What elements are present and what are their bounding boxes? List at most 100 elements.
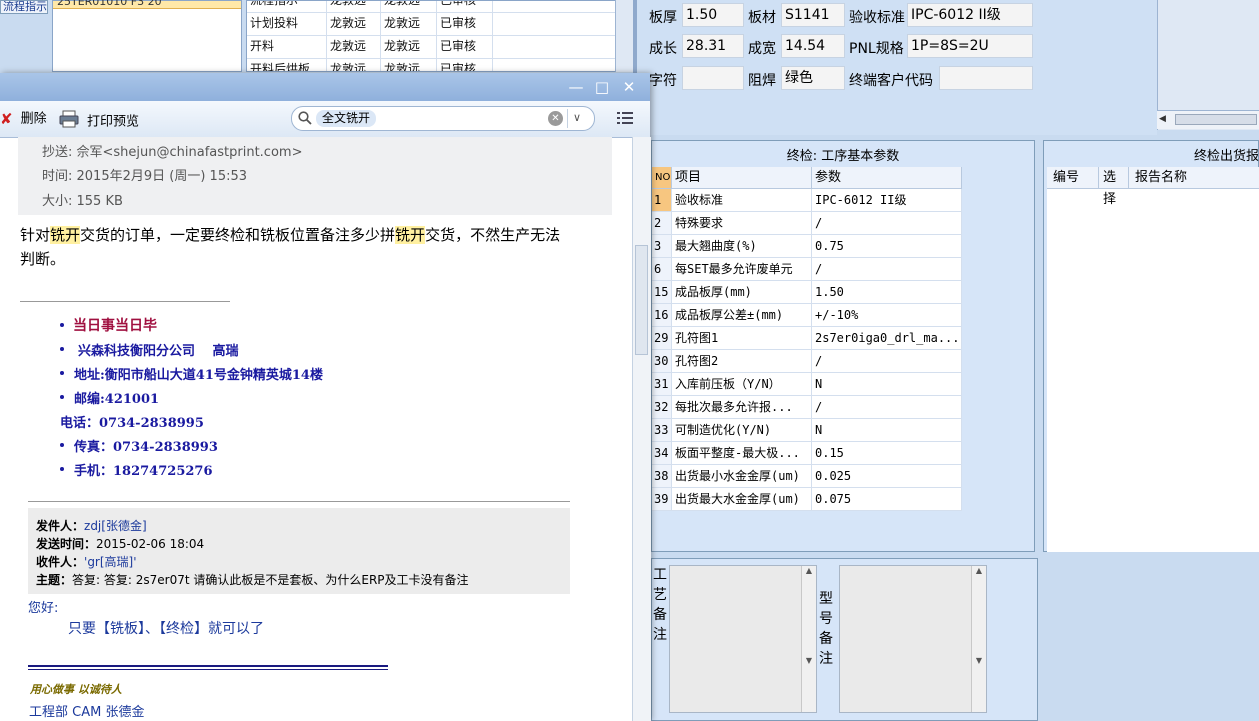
- window-titlebar[interactable]: — □ ✕: [0, 73, 650, 101]
- col-header-param[interactable]: 参数: [812, 167, 962, 189]
- table-row[interactable]: 1 验收标准 IPC-6012 II级: [652, 189, 962, 212]
- param-item: 出货最大水金金厚(um): [672, 488, 812, 510]
- search-highlight: 铣开: [50, 226, 81, 244]
- param-value: IPC-6012 II级: [812, 189, 962, 211]
- to-value[interactable]: 'gr[高瑞]': [84, 555, 137, 569]
- process-status: 已审核: [437, 1, 493, 12]
- table-row[interactable]: 计划投料 龙敦远 龙敦远 已审核: [247, 12, 615, 36]
- minimize-icon[interactable]: —: [566, 78, 586, 96]
- table-row[interactable]: 3 最大翘曲度(%) 0.75: [652, 235, 962, 258]
- row-number: 2: [652, 212, 672, 234]
- board-thickness-field[interactable]: 1.50: [682, 3, 744, 27]
- report-grid[interactable]: 编号 选择 报告名称: [1047, 167, 1259, 552]
- menu-icon[interactable]: [617, 111, 633, 125]
- scroll-thumb[interactable]: [1175, 114, 1257, 125]
- param-value: 0.025: [812, 465, 962, 487]
- pnl-field[interactable]: 1P=8S=2U: [907, 34, 1033, 58]
- horizontal-scrollbar[interactable]: ◀: [1157, 110, 1259, 129]
- table-row[interactable]: 30 孔符图2/: [652, 350, 962, 373]
- signature-fax: 传真：0734-2838993: [74, 440, 218, 455]
- maximize-icon[interactable]: □: [592, 78, 612, 96]
- process-status: 已审核: [437, 35, 493, 58]
- footer-motto: 用心做事 以诚待人: [30, 683, 122, 696]
- note-scrollbar[interactable]: ▲ ▼: [801, 566, 816, 712]
- order-grid[interactable]: 25TER01010 F3 20: [52, 0, 242, 72]
- table-row[interactable]: 32 每批次最多允许报... /: [652, 396, 962, 419]
- signature-mobile: 手机：18274725276: [74, 464, 213, 479]
- process-grid-scrollbar[interactable]: [615, 0, 634, 72]
- col-header-item[interactable]: 项目: [672, 167, 812, 189]
- process-reviewer: 龙敦远: [381, 1, 437, 12]
- char-field[interactable]: [682, 66, 744, 90]
- scroll-thumb[interactable]: [635, 245, 648, 355]
- quote-divider: [28, 501, 570, 502]
- length-field[interactable]: 28.31: [682, 34, 744, 58]
- col-header-report-name[interactable]: 报告名称: [1129, 167, 1259, 189]
- solder-mask-field[interactable]: 绿色: [781, 66, 845, 90]
- signature-phone: 电话：0734-2838995: [60, 416, 204, 431]
- table-row[interactable]: 开料 龙敦远 龙敦远 已审核: [247, 35, 615, 59]
- customer-code-label: 终端客户代码: [849, 73, 933, 89]
- table-row[interactable]: 15 成品板厚(mm) 1.50: [652, 281, 962, 304]
- table-row[interactable]: 38 出货最小水金金厚(um) 0.025: [652, 465, 962, 488]
- param-item: 可制造优化(Y/N): [672, 419, 812, 441]
- row-number: 38: [652, 465, 672, 487]
- clear-search-icon[interactable]: ✕: [548, 111, 563, 126]
- col-header-no[interactable]: NO: [652, 167, 672, 189]
- process-name: 开料: [247, 35, 327, 58]
- row-number: 31: [652, 373, 672, 395]
- col-header-id[interactable]: 编号: [1047, 167, 1099, 189]
- customer-code-field[interactable]: [939, 66, 1033, 90]
- size-line: 大小: 155 KB: [42, 194, 123, 209]
- quoted-reply: 只要【铣板】、【终检】就可以了: [68, 621, 264, 637]
- table-row[interactable]: 33 可制造优化(Y/N) N: [652, 419, 962, 442]
- process-user: 龙敦远: [327, 35, 381, 58]
- to-label: 收件人：: [36, 555, 85, 569]
- chevron-down-icon[interactable]: ∨: [573, 111, 581, 124]
- model-note-textarea[interactable]: ▲ ▼: [839, 565, 987, 713]
- scroll-left-icon[interactable]: ◀: [1159, 114, 1166, 124]
- table-row[interactable]: 39 出货最大水金金厚(um) 0.075: [652, 488, 962, 511]
- search-filter-tag[interactable]: 全文铣开: [316, 110, 377, 127]
- row-number: 15: [652, 281, 672, 303]
- table-row[interactable]: 6 每SET最多允许废单元 /: [652, 258, 962, 281]
- body-text: 交货，不然生产无法: [425, 226, 561, 244]
- width-label: 成宽: [748, 41, 776, 57]
- param-item: 孔符图2: [672, 350, 812, 372]
- acceptance-field[interactable]: IPC-6012 II级: [907, 3, 1033, 27]
- table-row[interactable]: 31 入库前压板（Y/N） N: [652, 373, 962, 396]
- delete-button[interactable]: ✘ 删除: [0, 110, 47, 128]
- material-field[interactable]: S1141: [781, 3, 845, 27]
- width-field[interactable]: 14.54: [781, 34, 845, 58]
- print-preview-button[interactable]: 打印预览: [59, 110, 139, 130]
- time-line: 时间: 2015年2月9日 (周一) 15:53: [42, 169, 248, 184]
- subject-label: 主题：: [36, 573, 73, 587]
- from-value[interactable]: zdj[张德金]: [84, 519, 147, 533]
- note-scrollbar[interactable]: ▲ ▼: [971, 566, 986, 712]
- param-value: 2s7er0iga0_drl_ma...: [812, 327, 962, 349]
- table-row[interactable]: 2 特殊要求 /: [652, 212, 962, 235]
- mail-header-info: 抄送: 佘军<shejun@chinafastprint.com> 时间: 20…: [18, 137, 612, 215]
- bullet-icon: [60, 347, 64, 351]
- acceptance-label: 验收标准: [849, 10, 905, 26]
- board-thickness-label: 板厚: [649, 10, 677, 26]
- process-status: 已审核: [437, 58, 493, 71]
- process-name: 流程指示: [247, 1, 327, 12]
- process-user: 龙敦远: [327, 58, 381, 71]
- search-input[interactable]: 全文铣开 ✕ ∨: [291, 106, 595, 131]
- bullet-icon: [60, 395, 64, 399]
- param-item: 板面平整度-最大极...: [672, 442, 812, 464]
- col-header-select[interactable]: 选择: [1099, 167, 1129, 207]
- flow-instruction-button[interactable]: 流程指示: [0, 0, 48, 14]
- quoted-to: 收件人：'gr[高瑞]': [36, 553, 137, 570]
- mail-scrollbar[interactable]: [632, 137, 651, 721]
- table-row[interactable]: 29 孔符图1 2s7er0iga0_drl_ma...: [652, 327, 962, 350]
- process-grid[interactable]: 流程指示 龙敦远 龙敦远 已审核 计划投料 龙敦远 龙敦远 已审核 开料 龙敦远…: [246, 0, 616, 72]
- table-row[interactable]: 34 板面平整度-最大极... 0.15: [652, 442, 962, 465]
- table-row[interactable]: 16 成品板厚公差±(mm) +/-10%: [652, 304, 962, 327]
- table-row[interactable]: 开料后烘板 龙敦远 龙敦远 已审核: [247, 58, 615, 71]
- process-note-textarea[interactable]: ▲ ▼: [669, 565, 817, 713]
- length-label: 成长: [649, 41, 677, 57]
- close-icon[interactable]: ✕: [619, 78, 639, 96]
- footer-dept: 工程部 CAM 张德金: [29, 705, 145, 720]
